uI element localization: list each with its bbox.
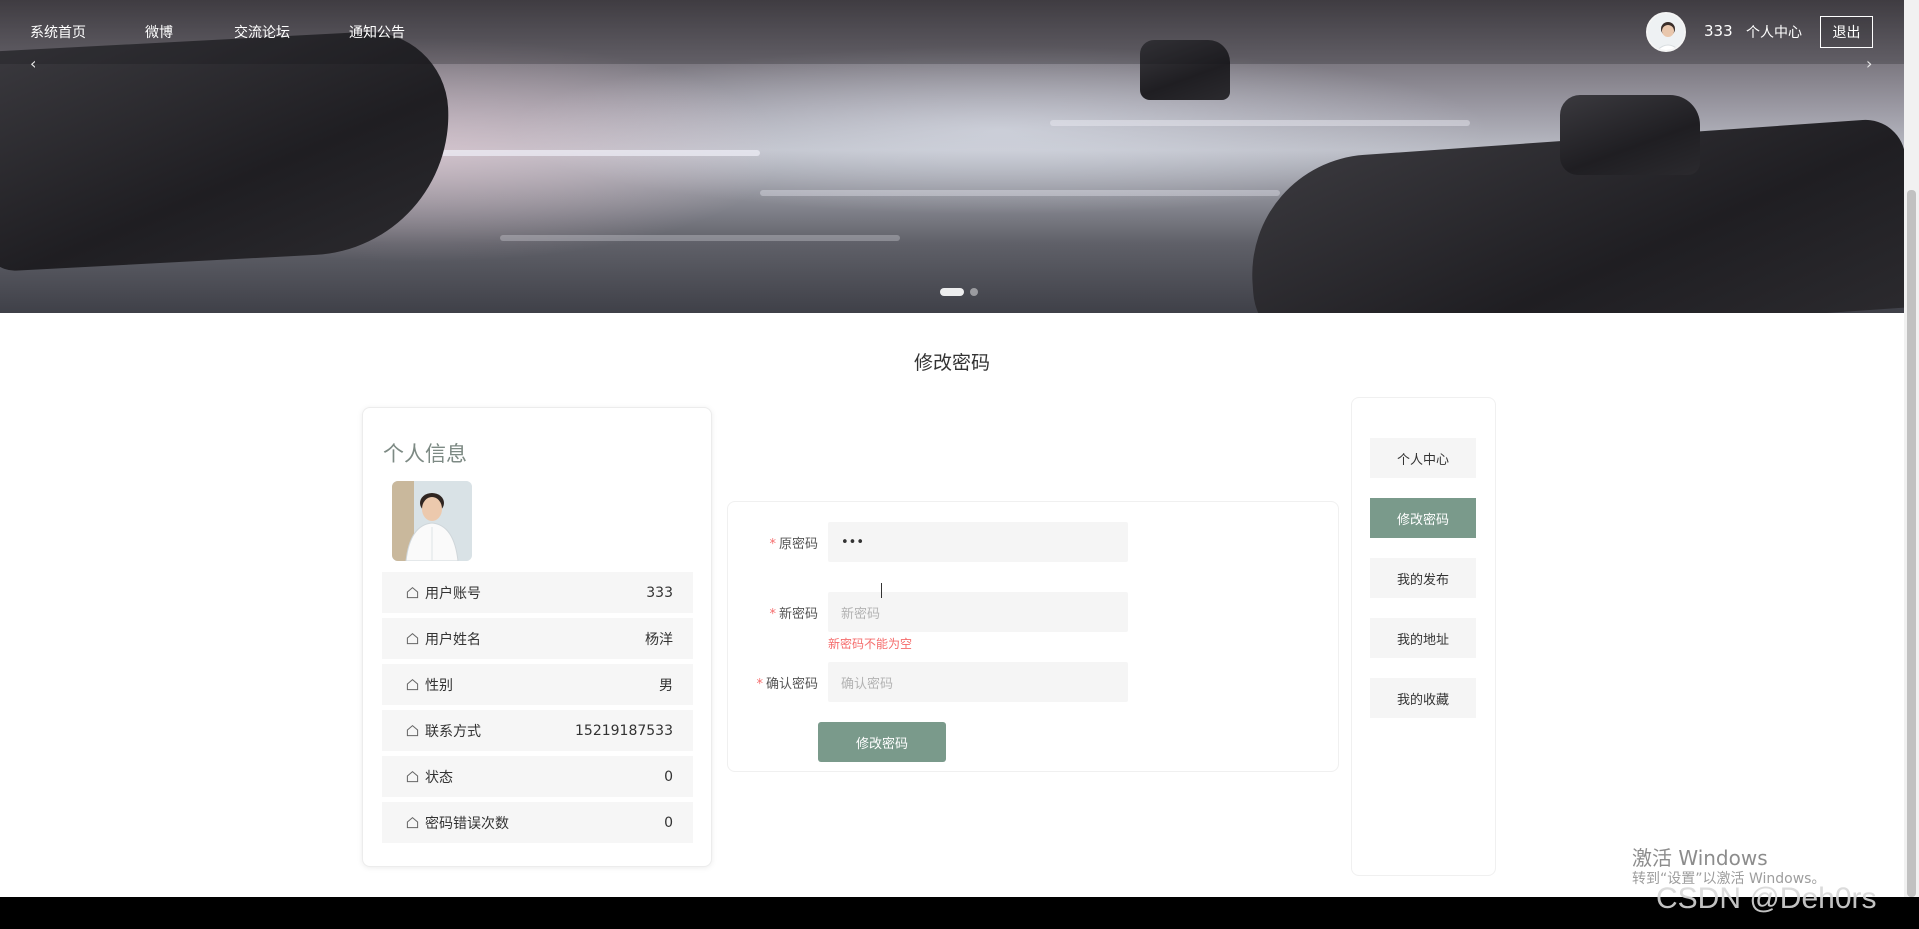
info-row-value: 杨洋 xyxy=(645,631,673,648)
banner-wave xyxy=(1050,120,1470,126)
hero-banner xyxy=(0,0,1904,313)
info-row-label: 联系方式 xyxy=(425,723,481,740)
banner-rock xyxy=(0,27,456,273)
home-icon xyxy=(406,816,419,829)
required-mark: * xyxy=(769,537,776,552)
banner-wave xyxy=(500,235,900,241)
menu-item-my-posts[interactable]: 我的发布 xyxy=(1370,558,1476,598)
old-password-label: * 原密码 xyxy=(748,533,818,552)
personal-info-list: 用户账号 333 用户姓名 杨洋 性别 男 联系方式 15219187533 状… xyxy=(382,572,693,848)
info-row-label: 密码错误次数 xyxy=(425,815,509,832)
menu-item-my-address[interactable]: 我的地址 xyxy=(1370,618,1476,658)
info-row-contact: 联系方式 15219187533 xyxy=(382,710,693,751)
info-row-label: 用户姓名 xyxy=(425,631,481,648)
info-row-label: 性别 xyxy=(425,677,453,694)
banner-wave xyxy=(760,190,1280,196)
old-password-label-text: 原密码 xyxy=(778,537,818,552)
home-icon xyxy=(406,678,419,691)
info-row-value: 15219187533 xyxy=(575,722,673,739)
csdn-watermark: CSDN @Deh0rs xyxy=(1656,882,1877,915)
home-icon xyxy=(406,724,419,737)
confirm-password-input[interactable]: 确认密码 xyxy=(828,662,1128,702)
home-icon xyxy=(406,770,419,783)
user-name[interactable]: 333 xyxy=(1704,22,1733,40)
profile-photo-image xyxy=(392,481,472,561)
new-password-error: 新密码不能为空 xyxy=(828,637,913,651)
info-row-account: 用户账号 333 xyxy=(382,572,693,613)
footer-bar xyxy=(0,897,1919,929)
info-row-label: 状态 xyxy=(425,769,453,786)
info-row-value: 333 xyxy=(646,584,673,601)
change-password-submit-button[interactable]: 修改密码 xyxy=(818,722,946,762)
nav-item-weibo[interactable]: 微博 xyxy=(145,22,173,42)
confirm-password-label-text: 确认密码 xyxy=(765,677,818,692)
carousel-prev-arrow[interactable]: ‹ xyxy=(30,54,36,73)
page-title: 修改密码 xyxy=(913,352,990,374)
nav-item-notice[interactable]: 通知公告 xyxy=(349,22,405,42)
menu-item-change-password[interactable]: 修改密码 xyxy=(1370,498,1476,538)
old-password-input[interactable]: ••• xyxy=(828,522,1128,562)
menu-item-personal-center[interactable]: 个人中心 xyxy=(1370,438,1476,478)
carousel-indicators xyxy=(940,288,978,296)
carousel-dot[interactable] xyxy=(970,288,978,296)
info-row-password-errors: 密码错误次数 0 xyxy=(382,802,693,843)
info-row-value: 男 xyxy=(659,677,673,694)
scrollbar-thumb[interactable] xyxy=(1907,190,1916,897)
user-avatar[interactable] xyxy=(1646,12,1686,52)
info-row-status: 状态 0 xyxy=(382,756,693,797)
home-icon xyxy=(406,632,419,645)
carousel-next-arrow[interactable]: › xyxy=(1866,54,1872,73)
profile-photo xyxy=(392,481,472,561)
confirm-password-label: * 确认密码 xyxy=(748,673,818,692)
required-mark: * xyxy=(769,607,776,622)
windows-activation-title: 激活 Windows xyxy=(1632,846,1768,870)
info-row-name: 用户姓名 杨洋 xyxy=(382,618,693,659)
new-password-label-text: 新密码 xyxy=(778,607,818,622)
personal-center-link[interactable]: 个人中心 xyxy=(1746,22,1802,42)
required-mark: * xyxy=(756,677,763,692)
new-password-label: * 新密码 xyxy=(748,603,818,622)
text-cursor xyxy=(881,583,887,598)
home-icon xyxy=(406,586,419,599)
personal-info-title: 个人信息 xyxy=(383,442,467,466)
personal-info-card: 个人信息 用户账号 333 用户姓名 杨洋 性别 男 联系方式 15219187… xyxy=(362,407,712,867)
new-password-input[interactable]: 新密码 xyxy=(828,592,1128,632)
info-row-gender: 性别 男 xyxy=(382,664,693,705)
info-row-value: 0 xyxy=(664,814,673,831)
nav-item-forum[interactable]: 交流论坛 xyxy=(234,22,290,42)
nav-item-home[interactable]: 系统首页 xyxy=(30,22,86,42)
page-scrollbar[interactable] xyxy=(1904,0,1919,897)
info-row-value: 0 xyxy=(664,768,673,785)
logout-button[interactable]: 退出 xyxy=(1820,16,1873,48)
menu-item-my-favorites[interactable]: 我的收藏 xyxy=(1370,678,1476,718)
carousel-dot-active[interactable] xyxy=(940,288,964,296)
banner-rock xyxy=(1560,95,1700,175)
info-row-label: 用户账号 xyxy=(425,585,481,602)
